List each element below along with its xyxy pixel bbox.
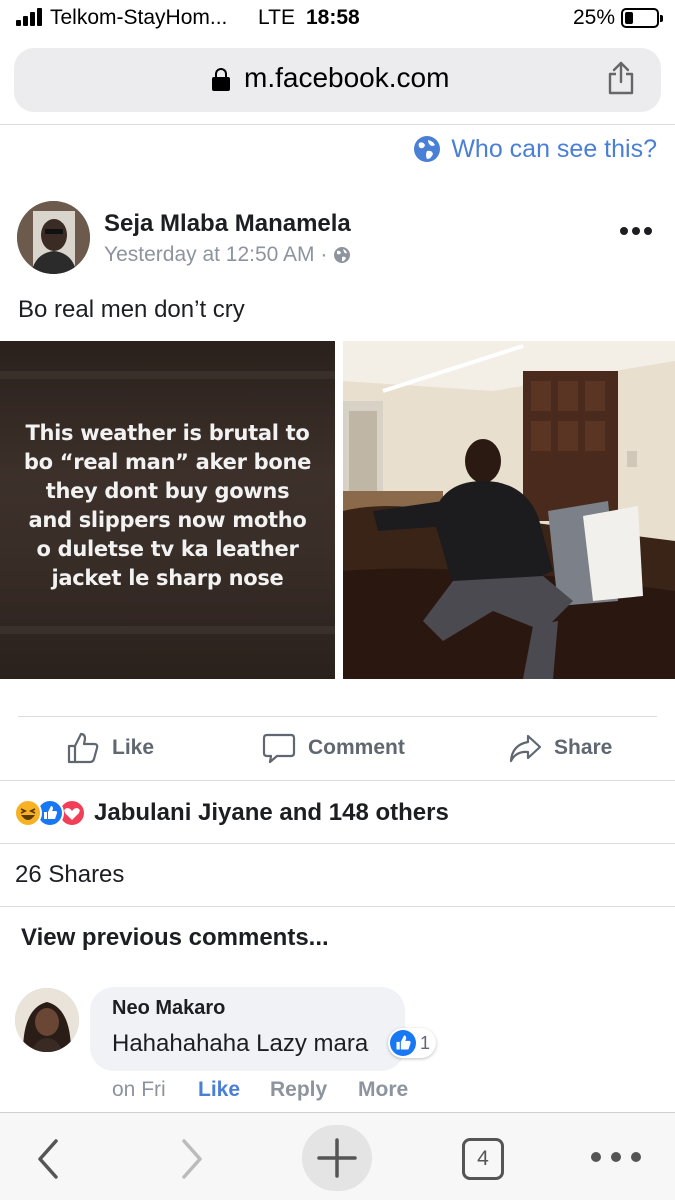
url-text[interactable]: m.facebook.com — [244, 62, 449, 94]
comment-like-button[interactable]: Like — [198, 1078, 240, 1102]
new-tab-button[interactable] — [302, 1125, 372, 1191]
share-arrow-icon — [509, 734, 542, 763]
comment-reply-button[interactable]: Reply — [270, 1078, 327, 1102]
comment-reaction-badge[interactable]: 1 — [388, 1028, 437, 1058]
comment-more-button[interactable]: More — [358, 1078, 408, 1102]
audience-label[interactable]: Who can see this? — [451, 135, 657, 164]
lock-icon — [212, 68, 230, 92]
header-divider — [0, 124, 675, 125]
like-button[interactable]: Like — [66, 730, 154, 766]
battery-percentage: 25% — [573, 6, 616, 29]
actions-divider — [18, 716, 657, 717]
privacy-globe-icon — [334, 247, 351, 263]
haha-reaction-icon — [14, 799, 42, 827]
post-text: Bo real men don’t cry — [18, 296, 245, 323]
share-label: Share — [554, 736, 613, 759]
battery-icon — [621, 8, 663, 28]
share-button[interactable]: Share — [508, 730, 612, 766]
view-previous-comments[interactable]: View previous comments... — [21, 924, 329, 952]
comment-button[interactable]: Comment — [262, 730, 405, 766]
like-label: Like — [112, 736, 155, 759]
more-menu-icon[interactable] — [590, 1151, 642, 1163]
status-bar: Telkom-StayHom... LTE 18:58 25% — [0, 0, 675, 38]
commenter-avatar[interactable] — [15, 988, 79, 1052]
status-time: 18:58 — [306, 6, 360, 29]
shares-count[interactable]: 26 Shares — [15, 861, 124, 889]
reactions-text[interactable]: Jabulani Jiyane and 148 others — [94, 799, 449, 827]
comment-like-count: 1 — [420, 1032, 431, 1053]
browser-toolbar: 4 — [0, 1112, 675, 1200]
comment-author[interactable]: Neo Makaro — [112, 997, 225, 1020]
address-bar[interactable]: m.facebook.com — [14, 48, 661, 112]
comment-bubble[interactable]: Neo Makaro Hahahahaha Lazy mara — [90, 987, 405, 1071]
comment-label: Comment — [308, 736, 405, 759]
author-avatar[interactable] — [17, 201, 90, 274]
meme-text: This weather is brutal to bo “real man” … — [23, 421, 312, 590]
like-reaction-icon — [390, 1030, 416, 1056]
divider — [0, 843, 675, 844]
post-timestamp[interactable]: Yesterday at 12:50 AM · — [104, 243, 327, 267]
comment-text: Hahahahaha Lazy mara — [112, 1030, 369, 1057]
plus-icon — [317, 1138, 357, 1178]
post-photo-meme[interactable]: This weather is brutal to bo “real man” … — [0, 341, 335, 679]
share-page-icon[interactable] — [606, 60, 636, 96]
post-photo-man-on-couch[interactable] — [343, 341, 675, 679]
post-meta: Yesterday at 12:50 AM · — [104, 243, 351, 267]
audience-selector[interactable]: Who can see this? — [413, 134, 657, 164]
forward-arrow-icon[interactable] — [178, 1137, 206, 1181]
signal-strength-icon — [16, 8, 42, 26]
reactions-summary[interactable]: Jabulani Jiyane and 148 others — [14, 797, 449, 829]
globe-icon — [414, 136, 441, 162]
post-author-name[interactable]: Seja Mlaba Manamela — [104, 210, 351, 238]
network-type: LTE — [258, 6, 295, 29]
post-options-icon[interactable] — [620, 227, 652, 237]
back-arrow-icon[interactable] — [34, 1137, 62, 1181]
divider — [0, 906, 675, 907]
tabs-button[interactable]: 4 — [462, 1138, 504, 1180]
comment-icon — [262, 733, 296, 764]
divider — [0, 780, 675, 781]
carrier-name: Telkom-StayHom... — [50, 6, 228, 29]
thumbs-up-icon — [67, 732, 99, 764]
comment-time: on Fri — [112, 1078, 166, 1101]
